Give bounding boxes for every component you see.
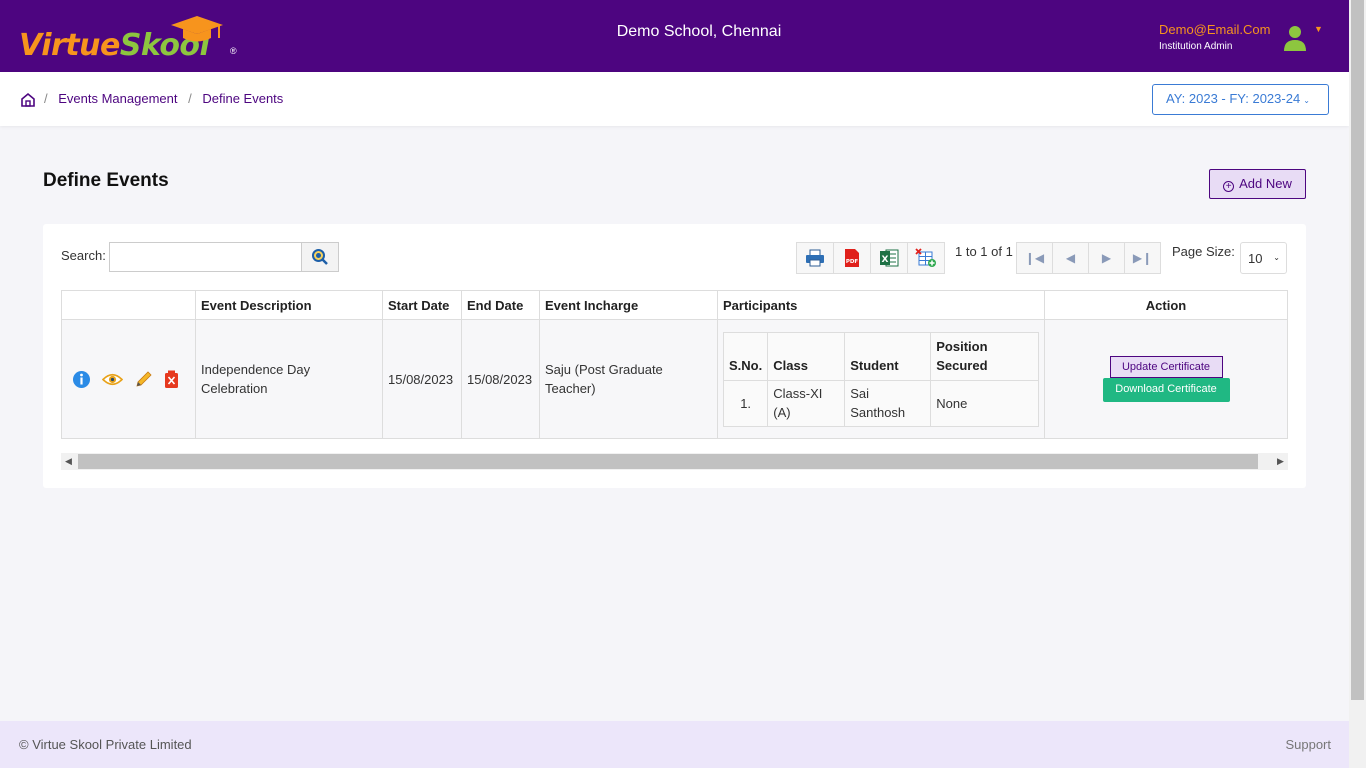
action-cell: Update Certificate Download Certificate: [1044, 319, 1288, 439]
edit-icon[interactable]: [134, 370, 153, 389]
delete-icon[interactable]: [164, 370, 179, 389]
info-icon[interactable]: [72, 370, 91, 389]
pdf-icon: PDF: [845, 249, 859, 267]
svg-text:X: X: [882, 255, 889, 265]
last-page-button[interactable]: ▶❙: [1124, 242, 1161, 274]
download-certificate-button[interactable]: Download Certificate: [1102, 378, 1230, 402]
pagination-summary: 1 to 1 of 1: [955, 244, 1013, 259]
scroll-left-icon[interactable]: ◀: [61, 453, 76, 470]
chevron-down-icon: ⌄: [1273, 253, 1280, 262]
academic-year-select[interactable]: AY: 2023 - FY: 2023-24 ⌄: [1152, 84, 1329, 115]
svg-text:PDF: PDF: [846, 259, 859, 265]
copyright-text: © Virtue Skool Private Limited: [19, 737, 192, 752]
first-page-icon: ❙◀: [1024, 251, 1045, 265]
participant-student: Sai Santhosh: [844, 379, 932, 427]
start-date-cell: 15/08/2023: [382, 319, 462, 439]
table-header-row: Event Description Start Date End Date Ev…: [61, 290, 1288, 320]
participants-header-row: S.No. Class Student Position Secured: [722, 331, 1039, 381]
next-page-icon: ▶: [1101, 251, 1112, 265]
breadcrumb-separator: /: [44, 91, 48, 106]
participant-row: 1. Class-XI (A) Sai Santhosh None: [722, 379, 1039, 427]
footer: © Virtue Skool Private Limited Support: [0, 721, 1349, 768]
participants-header-sno: S.No.: [722, 331, 769, 381]
print-icon: [806, 249, 824, 267]
plus-circle-icon: +: [1223, 181, 1235, 192]
next-page-button[interactable]: ▶: [1088, 242, 1125, 274]
column-settings-button[interactable]: [907, 242, 945, 274]
pagination-controls: ❙◀ ◀ ▶ ▶❙: [1016, 242, 1161, 274]
event-incharge-cell: Saju (Post Graduate Teacher): [539, 319, 718, 439]
add-new-label: Add New: [1239, 176, 1292, 191]
participants-header-student: Student: [844, 331, 932, 381]
view-icon[interactable]: [102, 372, 123, 387]
column-header-participants[interactable]: Participants: [717, 290, 1045, 320]
top-header: VirtueSkool ® Demo School, Chennai Demo@…: [0, 0, 1349, 72]
excel-icon: X: [880, 249, 899, 267]
participants-table: S.No. Class Student Position Secured 1. …: [722, 331, 1039, 427]
search-input[interactable]: [109, 242, 302, 272]
table-row: Independence Day Celebration 15/08/2023 …: [61, 319, 1288, 439]
breadcrumb: / Events Management / Define Events: [44, 91, 283, 106]
chevron-down-icon: ⌄: [1303, 96, 1310, 105]
chevron-down-icon[interactable]: ▼: [1314, 24, 1323, 34]
column-header-end-date[interactable]: End Date: [461, 290, 540, 320]
participant-class: Class-XI (A): [767, 379, 846, 427]
first-page-button[interactable]: ❙◀: [1016, 242, 1053, 274]
column-header-start-date[interactable]: Start Date: [382, 290, 462, 320]
event-description-cell: Independence Day Celebration: [195, 319, 383, 439]
export-toolbar: PDF X: [796, 242, 945, 274]
participant-sno: 1.: [722, 379, 769, 427]
column-header-incharge[interactable]: Event Incharge: [539, 290, 718, 320]
registered-mark: ®: [230, 46, 237, 56]
search-icon: [312, 249, 328, 265]
page-size-label: Page Size:: [1172, 244, 1235, 259]
add-new-button[interactable]: + Add New: [1209, 169, 1306, 199]
user-role: Institution Admin: [1159, 41, 1233, 52]
user-email[interactable]: Demo@Email.Com: [1159, 22, 1270, 37]
column-settings-icon: [915, 248, 936, 267]
update-certificate-button[interactable]: Update Certificate: [1109, 356, 1223, 378]
participants-header-position: Position Secured: [930, 331, 1039, 381]
row-actions-cell: [61, 319, 196, 439]
excel-export-button[interactable]: X: [870, 242, 908, 274]
vertical-scrollbar[interactable]: [1349, 0, 1366, 768]
breadcrumb-separator: /: [188, 91, 192, 106]
academic-year-value: AY: 2023 - FY: 2023-24: [1166, 91, 1301, 106]
breadcrumb-events-management[interactable]: Events Management: [58, 91, 177, 106]
horizontal-scroll-thumb[interactable]: [78, 454, 1258, 469]
vertical-scroll-thumb[interactable]: [1351, 0, 1364, 700]
events-table: Event Description Start Date End Date Ev…: [61, 290, 1288, 439]
scroll-right-icon[interactable]: ▶: [1273, 453, 1288, 470]
home-icon[interactable]: [20, 92, 36, 108]
column-header-icons: [61, 290, 196, 320]
page-size-select[interactable]: 10 ⌄: [1240, 242, 1287, 274]
user-avatar-icon[interactable]: [1282, 24, 1308, 52]
prev-page-button[interactable]: ◀: [1052, 242, 1089, 274]
participants-cell: S.No. Class Student Position Secured 1. …: [717, 319, 1045, 439]
breadcrumb-bar: / Events Management / Define Events AY: …: [0, 72, 1349, 126]
participant-position: None: [930, 379, 1039, 427]
breadcrumb-define-events[interactable]: Define Events: [202, 91, 283, 106]
search-label: Search:: [61, 248, 106, 263]
pdf-export-button[interactable]: PDF: [833, 242, 871, 274]
prev-page-icon: ◀: [1065, 251, 1076, 265]
participants-header-class: Class: [767, 331, 846, 381]
last-page-icon: ▶❙: [1132, 251, 1153, 265]
support-link[interactable]: Support: [1285, 737, 1331, 752]
column-header-description[interactable]: Event Description: [195, 290, 383, 320]
search-button[interactable]: [301, 242, 339, 272]
page-size-value: 10: [1248, 251, 1263, 266]
page-title: Define Events: [43, 170, 169, 191]
print-button[interactable]: [796, 242, 834, 274]
horizontal-scrollbar[interactable]: ◀ ▶: [61, 453, 1288, 470]
events-card: Search: PDF X 1 to 1 of 1 ❙◀ ◀ ▶ ▶❙ Page…: [43, 224, 1306, 488]
end-date-cell: 15/08/2023: [461, 319, 540, 439]
column-header-action: Action: [1044, 290, 1288, 320]
